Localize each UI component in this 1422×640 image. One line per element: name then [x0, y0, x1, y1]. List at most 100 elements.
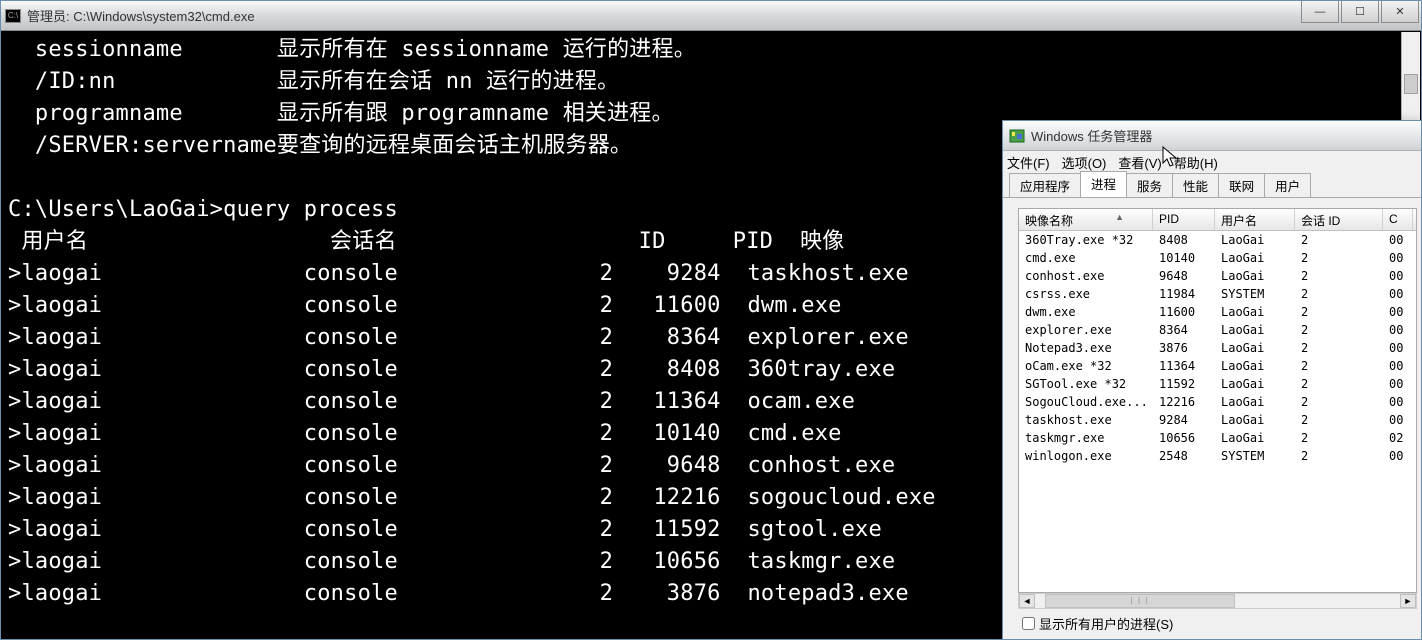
cell-image-name: conhost.exe — [1019, 269, 1153, 283]
process-list-header: 映像名称 ▲ PID 用户名 会话 ID C — [1019, 209, 1416, 231]
cell-user: LaoGai — [1215, 395, 1295, 409]
cell-pid: 3876 — [1153, 341, 1215, 355]
cell-user: LaoGai — [1215, 431, 1295, 445]
sort-ascending-icon: ▲ — [1115, 212, 1124, 222]
cell-session: 2 — [1295, 395, 1383, 409]
tab-services[interactable]: 服务 — [1126, 173, 1173, 198]
menu-view[interactable]: 查看(V) — [1118, 153, 1161, 172]
tm-titlebar[interactable]: Windows 任务管理器 — [1003, 121, 1421, 151]
cell-cpu: 00 — [1383, 269, 1413, 283]
cell-cpu: 00 — [1383, 305, 1413, 319]
cell-image-name: oCam.exe *32 — [1019, 359, 1153, 373]
cell-user: LaoGai — [1215, 251, 1295, 265]
col-image-name[interactable]: 映像名称 ▲ — [1019, 209, 1153, 230]
process-row[interactable]: taskhost.exe9284LaoGai200 — [1019, 411, 1416, 429]
cell-pid: 11592 — [1153, 377, 1215, 391]
col-pid[interactable]: PID — [1153, 209, 1215, 230]
cell-image-name: Notepad3.exe — [1019, 341, 1153, 355]
cell-pid: 8408 — [1153, 233, 1215, 247]
col-image-name-label: 映像名称 — [1025, 214, 1073, 228]
cell-session: 2 — [1295, 305, 1383, 319]
cell-user: LaoGai — [1215, 359, 1295, 373]
process-row[interactable]: taskmgr.exe10656LaoGai202 — [1019, 429, 1416, 447]
process-list: 映像名称 ▲ PID 用户名 会话 ID C 360Tray.exe *3284… — [1018, 208, 1417, 593]
hscroll-thumb[interactable]: | | | — [1045, 594, 1235, 608]
scroll-right-button[interactable]: ► — [1400, 594, 1416, 608]
cell-pid: 2548 — [1153, 449, 1215, 463]
cell-image-name: explorer.exe — [1019, 323, 1153, 337]
cmd-titlebar[interactable]: C:\ 管理员: C:\Windows\system32\cmd.exe — ☐… — [1, 1, 1421, 31]
cell-pid: 11600 — [1153, 305, 1215, 319]
process-row[interactable]: Notepad3.exe3876LaoGai200 — [1019, 339, 1416, 357]
col-cpu[interactable]: C — [1383, 209, 1413, 230]
process-row[interactable]: dwm.exe11600LaoGai200 — [1019, 303, 1416, 321]
window-controls: — ☐ ✕ — [1301, 1, 1419, 23]
process-row[interactable]: 360Tray.exe *328408LaoGai200 — [1019, 231, 1416, 249]
process-row[interactable]: SogouCloud.exe...12216LaoGai200 — [1019, 393, 1416, 411]
tab-performance[interactable]: 性能 — [1172, 173, 1219, 198]
tm-menubar: 文件(F) 选项(O) 查看(V) 帮助(H) — [1003, 151, 1421, 173]
process-row[interactable]: oCam.exe *3211364LaoGai200 — [1019, 357, 1416, 375]
process-row[interactable]: csrss.exe11984SYSTEM200 — [1019, 285, 1416, 303]
cell-session: 2 — [1295, 287, 1383, 301]
menu-file[interactable]: 文件(F) — [1007, 153, 1050, 172]
cell-session: 2 — [1295, 359, 1383, 373]
maximize-button[interactable]: ☐ — [1341, 1, 1379, 23]
tab-network[interactable]: 联网 — [1218, 173, 1265, 198]
cell-user: LaoGai — [1215, 377, 1295, 391]
cell-session: 2 — [1295, 323, 1383, 337]
cmd-icon: C:\ — [5, 9, 21, 23]
process-row[interactable]: cmd.exe10140LaoGai200 — [1019, 249, 1416, 267]
cell-pid: 10140 — [1153, 251, 1215, 265]
col-session-id[interactable]: 会话 ID — [1295, 209, 1383, 230]
process-row[interactable]: explorer.exe8364LaoGai200 — [1019, 321, 1416, 339]
cell-user: LaoGai — [1215, 305, 1295, 319]
menu-options[interactable]: 选项(O) — [1062, 153, 1107, 172]
tab-applications[interactable]: 应用程序 — [1009, 173, 1081, 198]
cell-user: SYSTEM — [1215, 287, 1295, 301]
show-all-users-label: 显示所有用户的进程(S) — [1039, 614, 1173, 633]
cell-image-name: cmd.exe — [1019, 251, 1153, 265]
task-manager-window: Windows 任务管理器 文件(F) 选项(O) 查看(V) 帮助(H) 应用… — [1002, 120, 1422, 640]
cell-cpu: 00 — [1383, 413, 1413, 427]
cell-user: LaoGai — [1215, 269, 1295, 283]
menu-help[interactable]: 帮助(H) — [1174, 153, 1218, 172]
cell-image-name: 360Tray.exe *32 — [1019, 233, 1153, 247]
cell-cpu: 00 — [1383, 323, 1413, 337]
cell-cpu: 00 — [1383, 359, 1413, 373]
cell-user: LaoGai — [1215, 413, 1295, 427]
cell-session: 2 — [1295, 413, 1383, 427]
cell-image-name: csrss.exe — [1019, 287, 1153, 301]
process-row[interactable]: conhost.exe9648LaoGai200 — [1019, 267, 1416, 285]
cell-image-name: dwm.exe — [1019, 305, 1153, 319]
scrollbar-thumb[interactable] — [1404, 74, 1418, 94]
cell-cpu: 00 — [1383, 251, 1413, 265]
show-all-users-row: 显示所有用户的进程(S) — [1018, 614, 1173, 633]
close-button[interactable]: ✕ — [1381, 1, 1419, 23]
cell-session: 2 — [1295, 449, 1383, 463]
cell-cpu: 00 — [1383, 287, 1413, 301]
cell-user: LaoGai — [1215, 323, 1295, 337]
cell-image-name: taskhost.exe — [1019, 413, 1153, 427]
col-user[interactable]: 用户名 — [1215, 209, 1295, 230]
tm-tabs: 应用程序 进程 服务 性能 联网 用户 — [1003, 173, 1421, 197]
task-manager-icon — [1009, 128, 1025, 144]
process-row[interactable]: SGTool.exe *3211592LaoGai200 — [1019, 375, 1416, 393]
cell-session: 2 — [1295, 341, 1383, 355]
show-all-users-checkbox[interactable] — [1022, 617, 1035, 630]
cell-image-name: winlogon.exe — [1019, 449, 1153, 463]
horizontal-scrollbar[interactable]: ◄ | | | ► — [1018, 593, 1417, 609]
process-row[interactable]: winlogon.exe2548SYSTEM200 — [1019, 447, 1416, 465]
tab-processes[interactable]: 进程 — [1080, 171, 1127, 197]
cell-cpu: 02 — [1383, 431, 1413, 445]
tab-users[interactable]: 用户 — [1264, 173, 1311, 198]
tm-body: 映像名称 ▲ PID 用户名 会话 ID C 360Tray.exe *3284… — [1003, 197, 1421, 639]
cell-cpu: 00 — [1383, 341, 1413, 355]
cell-image-name: SGTool.exe *32 — [1019, 377, 1153, 391]
cell-session: 2 — [1295, 269, 1383, 283]
minimize-button[interactable]: — — [1301, 1, 1339, 23]
cmd-title: 管理员: C:\Windows\system32\cmd.exe — [27, 6, 1417, 25]
cell-session: 2 — [1295, 377, 1383, 391]
cell-image-name: SogouCloud.exe... — [1019, 395, 1153, 409]
scroll-left-button[interactable]: ◄ — [1019, 594, 1035, 608]
